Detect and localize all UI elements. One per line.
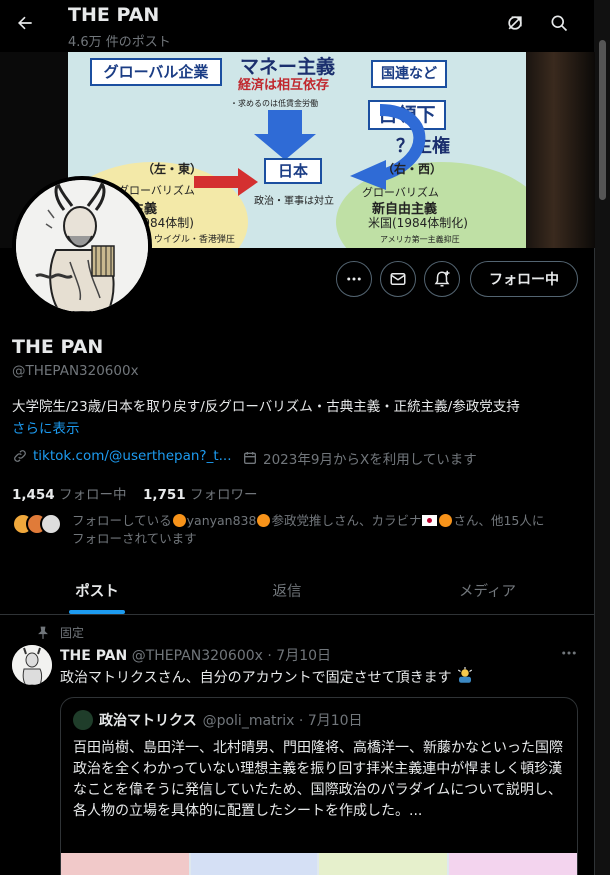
image-panel	[191, 853, 317, 875]
banner-down-arrow	[254, 110, 316, 160]
banner-low-wage: ・求めるのは低賃金労働	[230, 99, 318, 108]
quoted-tweet-header: 政治マトリクス @poli_matrix · 7月10日	[73, 710, 363, 730]
top-bar: THE PAN 4.6万 件のポスト	[0, 0, 595, 52]
tweet-text: 政治マトリクスさん、自分のアカウントで固定させて頂きます	[60, 667, 474, 687]
pinned-label: 固定	[60, 626, 85, 640]
profile-link[interactable]: tiktok.com/@userthepan?_t...	[33, 448, 232, 464]
profile-page: THE PAN 4.6万 件のポスト グローバル企業 マネー主義 経済は相互依存…	[0, 0, 595, 875]
profile-avatar[interactable]	[12, 176, 152, 316]
scrollbar[interactable]	[595, 0, 610, 875]
tab-media[interactable]: メディア	[380, 565, 595, 615]
message-icon	[390, 273, 406, 285]
more-icon	[347, 277, 361, 281]
followed-by-part5: フォローされています	[72, 531, 197, 546]
followed-by-text[interactable]: フォローしている yanyan838 参政党推しさん、カラビナ さん、他15人に フォ…	[72, 512, 572, 548]
tab-posts[interactable]: ポスト	[0, 565, 194, 615]
grok-icon	[508, 16, 522, 30]
header-post-count: 4.6万 件のポスト	[68, 35, 171, 50]
tweet-handle-date[interactable]: @THEPAN320600x · 7月10日	[132, 648, 331, 664]
more-icon	[562, 651, 576, 655]
orange-circle-icon	[257, 514, 271, 527]
profile-joined: 2023年9月からXを利用しています	[263, 452, 477, 468]
back-button[interactable]	[8, 6, 42, 40]
link-icon	[14, 450, 26, 462]
quoted-tweet[interactable]: 政治マトリクス @poli_matrix · 7月10日 百田尚樹、島田洋一、北…	[60, 697, 578, 875]
image-panel	[319, 853, 447, 875]
following-count: 1,454	[12, 487, 55, 503]
pan-figure-image	[12, 645, 52, 685]
pin-icon	[38, 626, 48, 639]
banner-right-west: （右・西）	[382, 162, 443, 176]
quoted-image-preview[interactable]	[61, 853, 577, 875]
banner-japan-sub: 政治・軍事は対立	[254, 196, 334, 207]
image-panel	[449, 853, 577, 875]
profile-tabs: ポスト 返信 メディア	[0, 565, 595, 615]
scrollbar-thumb[interactable]	[599, 40, 606, 200]
banner-un: 国連など	[371, 60, 447, 88]
banner-gp-right4: アメリカ第一主義抑圧	[380, 235, 460, 244]
orange-circle-icon	[439, 514, 453, 527]
following-stat[interactable]: 1,454 フォロー中	[12, 483, 127, 503]
tweet-header: THE PAN @THEPAN320600x · 7月10日	[60, 645, 331, 665]
followed-by-part3: 参政党推しさん、カラビナ	[271, 513, 422, 528]
followers-count: 1,751	[143, 487, 186, 503]
banner-left-east: （左・東）	[142, 162, 203, 176]
followed-by-avatars[interactable]	[12, 513, 66, 535]
avatar	[40, 513, 62, 535]
tweet-text-content: 政治マトリクスさん、自分のアカウントで固定させて頂きます	[60, 670, 452, 686]
show-more-link[interactable]: さらに表示	[12, 417, 80, 437]
person-bowing-emoji-icon	[457, 667, 473, 683]
pan-figure-image	[16, 180, 148, 312]
back-arrow-icon	[18, 16, 32, 30]
banner-gp-right3: 米国(1984体制化)	[368, 216, 468, 230]
notify-button[interactable]	[424, 261, 460, 297]
more-options-button[interactable]	[336, 261, 372, 297]
followed-by-part2: yanyan838	[186, 513, 257, 528]
profile-name: THE PAN	[12, 336, 104, 358]
avatar	[73, 710, 93, 730]
header-name: THE PAN	[68, 4, 160, 26]
grok-button[interactable]	[498, 6, 532, 40]
followed-by-part4: さん、他15人に	[453, 513, 545, 528]
profile-link-row: tiktok.com/@userthepan?_t...	[12, 448, 232, 464]
profile-bio: 大学院生/23歳/日本を取り戻す/反グローバリズム・古典主義・正統主義/参政党支…	[12, 399, 520, 415]
quoted-handle-date: @poli_matrix · 7月10日	[202, 713, 363, 729]
following-button[interactable]: フォロー中	[470, 261, 578, 297]
quoted-author: 政治マトリクス	[99, 713, 197, 729]
search-icon	[551, 15, 568, 32]
followers-stat[interactable]: 1,751 フォロワー	[143, 483, 258, 503]
banner-right-edge	[526, 52, 595, 248]
tweet-avatar[interactable]	[12, 645, 52, 685]
tweet-author[interactable]: THE PAN	[60, 648, 127, 664]
banner-japan: 日本	[264, 158, 322, 184]
image-panel	[61, 853, 189, 875]
profile-joined-row: 2023年9月からXを利用しています	[242, 448, 477, 468]
tweet-more-button[interactable]	[560, 644, 578, 666]
message-button[interactable]	[380, 261, 416, 297]
pinned-label-row: 固定	[36, 624, 84, 641]
profile-handle: @THEPAN320600x	[12, 363, 139, 379]
banner-right-arrow	[194, 168, 258, 196]
search-button[interactable]	[542, 6, 576, 40]
orange-circle-icon	[172, 514, 186, 527]
banner-money-sub: 経済は相互依存	[238, 78, 330, 93]
followers-label: フォロワー	[190, 487, 258, 503]
tab-replies[interactable]: 返信	[194, 565, 380, 615]
followed-by-part1: フォローしている	[72, 513, 172, 528]
notification-plus-icon	[434, 270, 450, 287]
japan-flag-icon	[422, 515, 438, 526]
calendar-icon	[244, 452, 256, 464]
active-tab-indicator	[69, 610, 125, 614]
banner-global-corp: グローバル企業	[90, 58, 222, 86]
following-label: フォロー中	[59, 487, 127, 503]
quoted-text: 百田尚樹、島田洋一、北村晴男、門田隆将、高橋洋一、新藤かなといった国際政治を全く…	[73, 740, 563, 819]
